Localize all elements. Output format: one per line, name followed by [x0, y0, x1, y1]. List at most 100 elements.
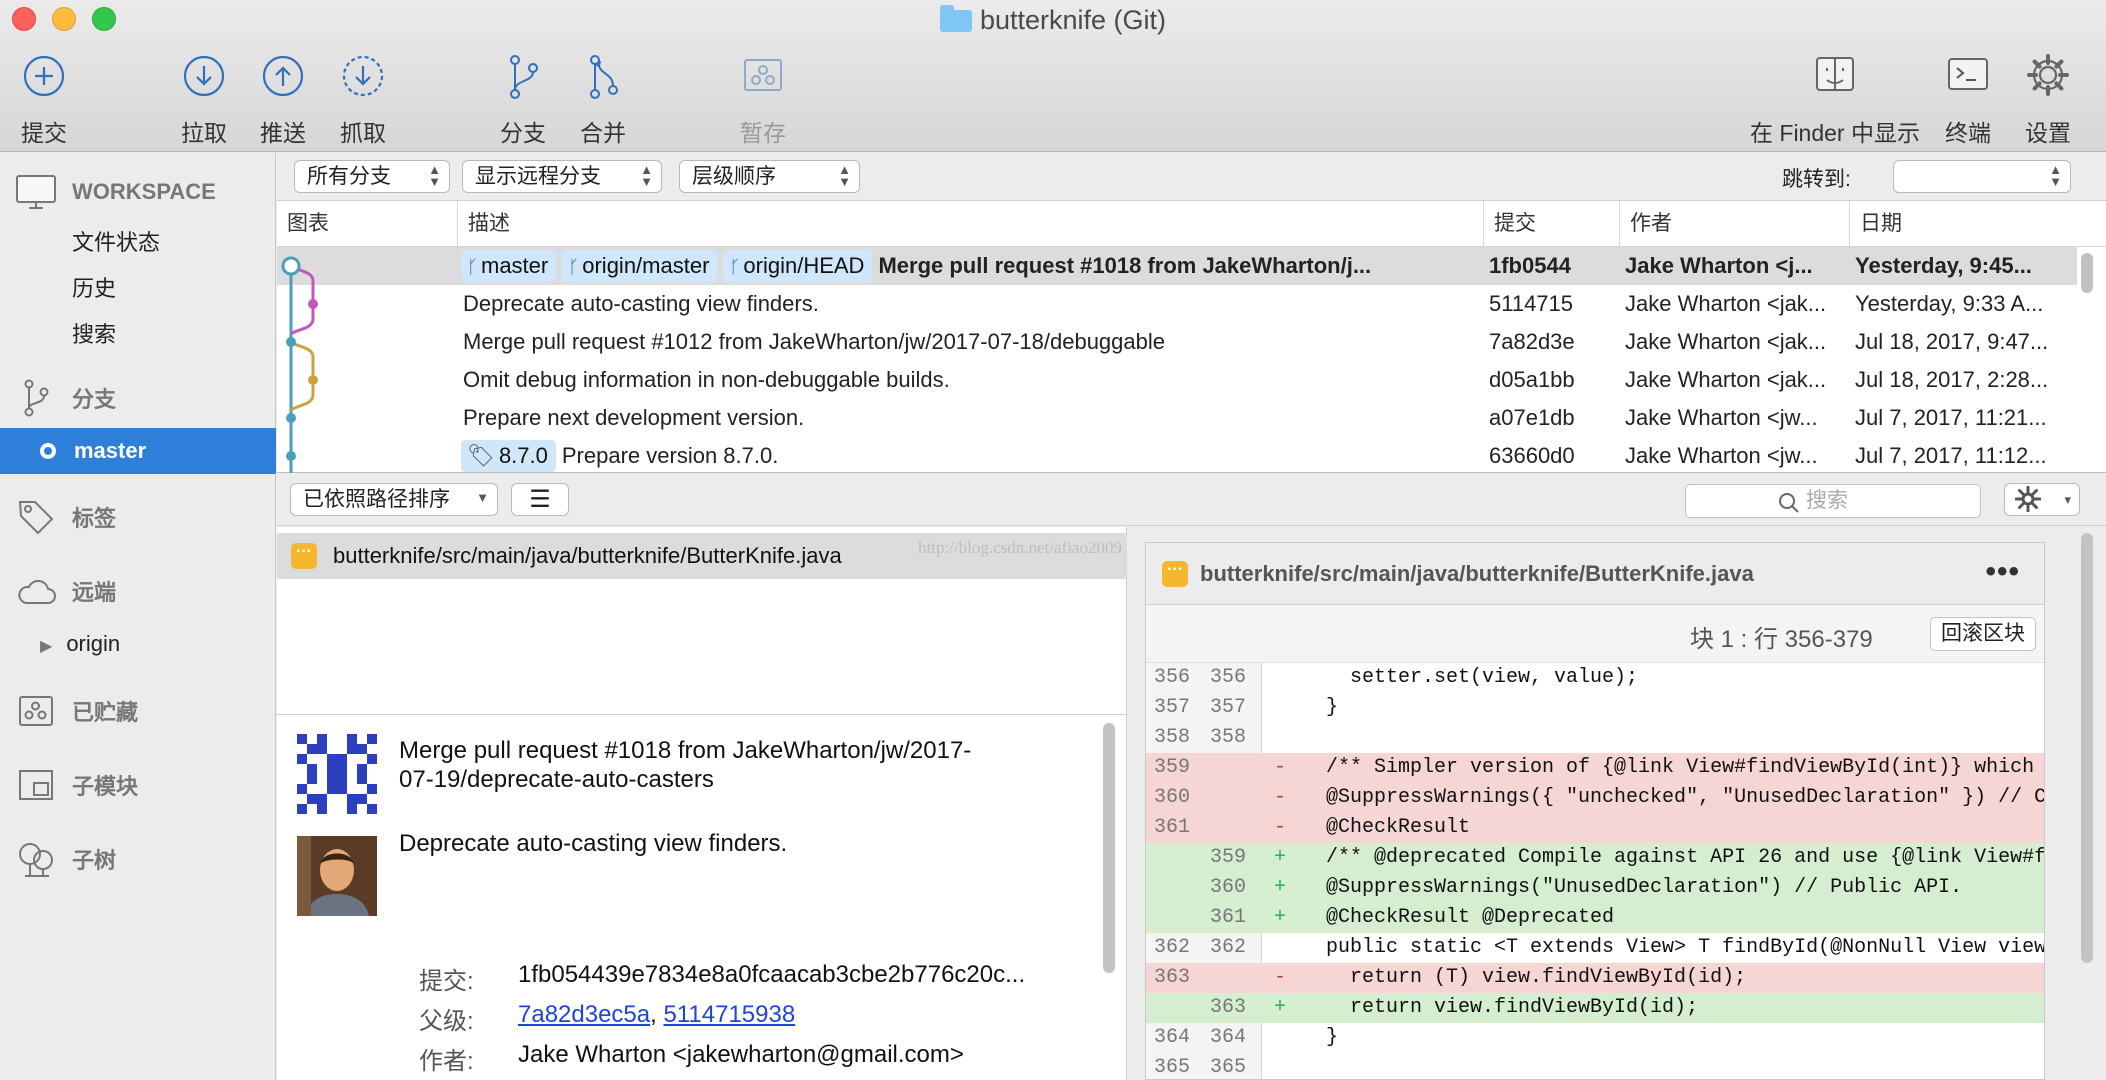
sidebar-section-tags[interactable]: 标签	[0, 493, 276, 541]
commit-author-cell: Jake Wharton <jak...	[1625, 291, 1827, 316]
commit-description-cell: Omit debug information in non-debuggable…	[463, 367, 950, 392]
jump-to-label: 跳转到:	[1782, 168, 1851, 191]
updown-chevron-icon: ▲ ▼	[838, 162, 851, 189]
branch-ref-badge[interactable]: ᚴ origin/HEAD	[723, 250, 873, 282]
parent-commit-link[interactable]: 5114715938	[663, 1001, 795, 1028]
stashes-heading: 已贮藏	[72, 700, 139, 725]
merge-icon	[573, 52, 633, 104]
commit-author-cell: Jake Wharton <jak...	[1625, 329, 1827, 354]
scrollbar-thumb[interactable]	[2081, 533, 2093, 963]
folder-icon	[939, 5, 972, 32]
finder-icon	[1747, 52, 1923, 104]
search-input[interactable]	[1806, 489, 1966, 513]
diff-line: 358 358	[1154, 726, 1247, 749]
sidebar-item-file-status[interactable]: 文件状态	[72, 225, 160, 257]
merge-button[interactable]: 合并	[573, 52, 633, 148]
disclosure-triangle-icon[interactable]: ▶	[40, 638, 52, 655]
diff-scrollbar[interactable]	[2074, 533, 2098, 1078]
terminal-button[interactable]: 终端	[1938, 52, 1998, 148]
arrow-down-circle-icon	[174, 52, 234, 104]
submodule-icon	[0, 769, 72, 801]
search-icon	[1779, 493, 1799, 513]
diff-line-added: 359 + /** @deprecated Compile against API…	[1146, 843, 2044, 873]
sort-order-select[interactable]: 层级顺序 ▲ ▼	[679, 160, 860, 193]
tag-ref-badge[interactable]: 🏷 8.7.0	[461, 440, 556, 472]
commit-button[interactable]: 提交	[14, 52, 74, 148]
diff-line: 357 357 }	[1154, 696, 1339, 719]
commit-date-cell: Jul 7, 2017, 11:12...	[1855, 443, 2047, 468]
commit-row[interactable]: Omit debug information in non-debuggable…	[277, 361, 2077, 399]
remote-branches-select[interactable]: 显示远程分支 ▲ ▼	[462, 160, 662, 193]
more-options-icon[interactable]: •••	[1985, 555, 2020, 589]
jump-to-select[interactable]: ▲ ▼	[1893, 160, 2071, 193]
sidebar-item-master-label: master	[74, 438, 147, 463]
diff-line: 364 364 }	[1154, 1026, 1339, 1049]
column-header-author[interactable]: 作者	[1619, 201, 1829, 247]
column-header-graph[interactable]: 图表	[277, 201, 457, 247]
show-in-finder-button[interactable]: 在 Finder 中显示	[1747, 52, 1923, 148]
settings-button[interactable]: 设置	[2018, 52, 2078, 148]
window-title-text: butterknife (Git)	[979, 5, 1167, 35]
details-scrollbar[interactable]	[1100, 723, 1118, 1073]
scrollbar-thumb[interactable]	[1103, 723, 1115, 973]
sidebar-section-workspace[interactable]: WORKSPACE	[0, 168, 276, 216]
scrollbar-thumb[interactable]	[2081, 253, 2093, 293]
commit-list-scrollbar[interactable]	[2075, 251, 2097, 466]
commit-hash-cell: 7a82d3e	[1489, 329, 1575, 354]
push-button[interactable]: 推送	[253, 52, 313, 148]
commit-author-cell: Jake Wharton <jak...	[1625, 367, 1827, 392]
sidebar-section-remotes[interactable]: 远端	[0, 567, 276, 615]
pull-button[interactable]: 拉取	[174, 52, 234, 148]
merge-label: 合并	[580, 120, 626, 146]
file-sort-select[interactable]: 已依照路径排序 ▼	[290, 483, 498, 516]
sidebar-item-master[interactable]: master	[0, 428, 276, 474]
commit-message-title: Merge pull request #1018 from JakeWharto…	[399, 737, 972, 793]
commit-row[interactable]: Merge pull request #1012 from JakeWharto…	[277, 323, 2077, 361]
tag-icon: 🏷	[467, 443, 495, 468]
commit-row[interactable]: Prepare next development version. a07e1d…	[277, 399, 2077, 437]
sidebar-section-branches[interactable]: 分支	[0, 374, 276, 422]
sidebar-section-stashes[interactable]: 已贮藏	[0, 687, 276, 735]
commit-row[interactable]: 🏷 8.7.0 Prepare version 8.7.0. 63660d0 Jak…	[277, 437, 2077, 475]
branch-filter-select[interactable]: 所有分支 ▲ ▼	[294, 160, 450, 193]
branch-button[interactable]: 分支	[493, 52, 553, 148]
parent-commit-link[interactable]: 7a82d3ec5a	[518, 1001, 650, 1028]
monitor-icon	[0, 174, 72, 210]
sidebar-item-history[interactable]: 历史	[72, 271, 116, 303]
search-field[interactable]	[1685, 484, 1981, 518]
parents-value: 7a82d3ec5a, 5114715938	[518, 1001, 796, 1028]
sidebar-section-submodules[interactable]: 子模块	[0, 761, 276, 809]
commit-row[interactable]: Deprecate auto-casting view finders. 511…	[277, 285, 2077, 323]
revert-hunk-button[interactable]: 回滚区块	[1930, 617, 2036, 651]
commit-hash-cell: a07e1db	[1489, 405, 1575, 430]
branch-ref-badge[interactable]: ᚴ master	[461, 250, 557, 282]
sidebar-section-subtrees[interactable]: 子树	[0, 835, 276, 883]
hunk-header: 块 1 : 行 356-379 回滚区块	[1146, 605, 2044, 663]
commit-hash-cell: 63660d0	[1489, 443, 1575, 468]
stash-button[interactable]: 暂存	[733, 52, 793, 148]
submodules-heading: 子模块	[72, 774, 139, 799]
commit-date-cell: Yesterday, 9:33 A...	[1855, 291, 2044, 316]
list-icon: ☰	[529, 486, 551, 513]
branch-ref-badge[interactable]: ᚴ origin/master	[562, 250, 718, 282]
commit-table-header: 图表 描述 提交 作者 日期	[277, 201, 2106, 247]
commit-graph-lines	[281, 256, 318, 473]
filter-bar: 所有分支 ▲ ▼ 显示远程分支 ▲ ▼ 层级顺序 ▲ ▼ 跳转到: ▲ ▼	[277, 153, 2106, 201]
diff-line-removed: 360- @SuppressWarnings({ "unchecked", "U…	[1146, 783, 2044, 813]
sidebar-item-origin[interactable]: ▶ origin	[40, 631, 120, 657]
sidebar-item-search[interactable]: 搜索	[72, 317, 116, 349]
updown-chevron-icon: ▲ ▼	[2049, 162, 2062, 189]
branch-icon: ᚴ	[729, 257, 741, 277]
column-header-date[interactable]: 日期	[1849, 201, 2069, 247]
hunk-label: 块 1 : 行 356-379	[1690, 626, 1873, 653]
diff-options-button[interactable]: ▾	[2004, 483, 2080, 516]
column-header-description[interactable]: 描述	[457, 201, 1469, 247]
column-header-commit[interactable]: 提交	[1483, 201, 1607, 247]
commit-date-cell: Jul 18, 2017, 9:47...	[1855, 329, 2049, 354]
sort-order-value: 层级顺序	[692, 165, 776, 188]
diff-line-removed: 363- return (T) view.findViewById(id);	[1146, 963, 2044, 993]
fetch-button[interactable]: 抓取	[333, 52, 393, 148]
commit-row[interactable]: ᚴ master ᚴ origin/master ᚴ origin/HEAD Merge p…	[277, 247, 2077, 285]
list-view-button[interactable]: ☰	[511, 483, 569, 516]
current-branch-icon	[40, 443, 56, 459]
